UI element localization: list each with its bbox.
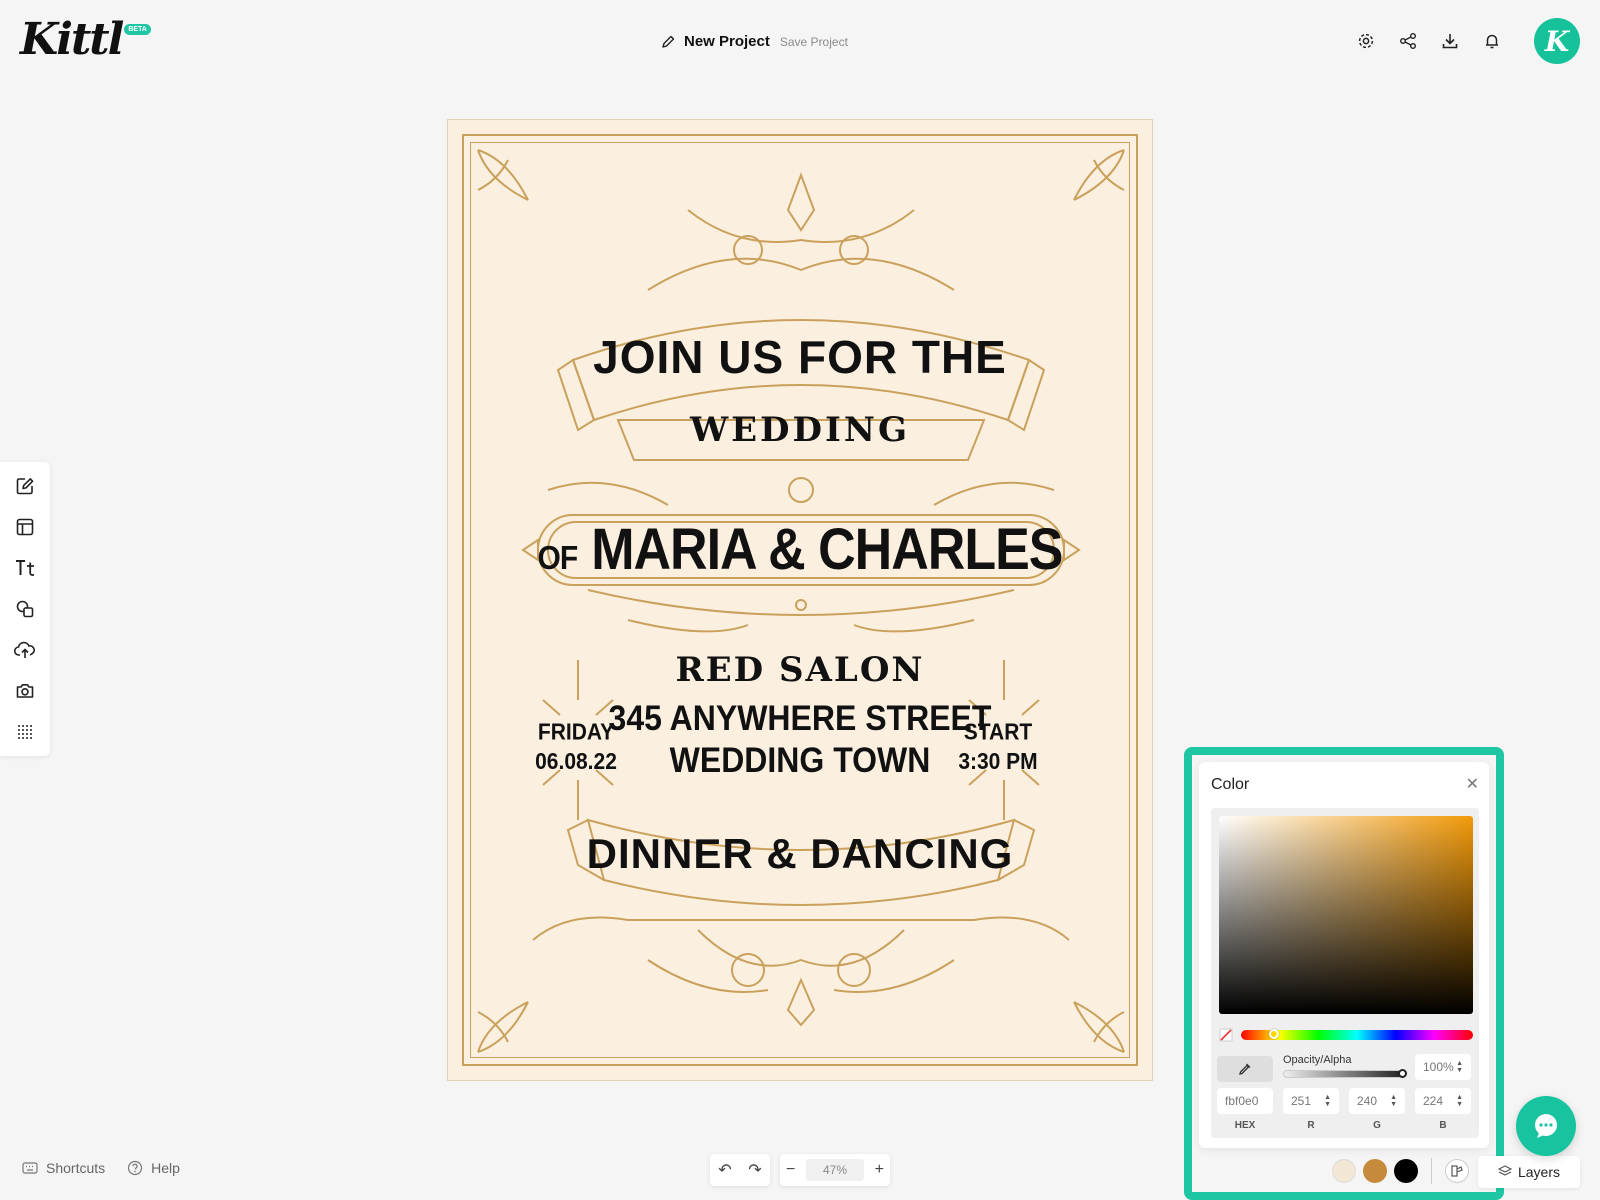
download-icon[interactable] [1438,29,1462,53]
undo-icon[interactable]: ↶ [718,1160,731,1180]
green-label: G [1373,1120,1381,1131]
poster-names-text: MARIA & CHARLES [591,517,1063,583]
hex-label: HEX [1234,1120,1256,1131]
shortcuts-label: Shortcuts [46,1160,106,1176]
beta-badge: BETA [124,24,151,35]
opacity-input[interactable]: 100% ▲ ▼ [1415,1054,1471,1080]
blue-label: B [1439,1120,1447,1131]
project-name[interactable]: New Project [684,33,770,50]
color-picker-panel: Color ✕ Opacity/Alpha 100% ▲ ▼ fbf0e0 251… [1199,762,1489,1148]
hex-input[interactable]: fbf0e0 [1217,1088,1273,1114]
opacity-value: 100% [1423,1060,1454,1074]
layers-button[interactable]: Layers [1478,1156,1580,1188]
swatch-cream[interactable] [1332,1159,1356,1183]
redo-icon[interactable]: ↷ [748,1160,761,1180]
poster-wedding-text[interactable]: WEDDING [448,410,1152,450]
help-icon [128,1160,143,1176]
poster-time-block[interactable]: START 3:30 PM [948,717,1048,776]
help-link[interactable]: Help [127,1160,180,1176]
layers-icon [1497,1164,1513,1181]
text-tool-icon[interactable] [13,556,37,580]
blue-input[interactable]: 224 ▲ ▼ [1415,1088,1471,1114]
settings-icon[interactable] [1354,29,1378,53]
opacity-slider[interactable] [1283,1070,1403,1078]
poster-date-text: 06.08.22 [535,749,617,775]
chat-support-button[interactable] [1516,1096,1576,1156]
saturation-value-picker[interactable] [1219,816,1473,1014]
shapes-tool-icon[interactable] [13,597,37,621]
camera-photos-tool-icon[interactable] [13,679,37,703]
red-input[interactable]: 251 ▲ ▼ [1283,1088,1339,1114]
shortcuts-link[interactable]: Shortcuts [22,1160,105,1176]
no-color-icon[interactable] [1219,1028,1233,1042]
kittl-logo[interactable]: Kittl BETA [20,16,151,64]
notification-bell-icon[interactable] [1480,29,1504,53]
hex-value: fbf0e0 [1225,1094,1259,1108]
zoom-level-input[interactable]: 47% [806,1159,864,1181]
zoom-out-icon[interactable]: − [786,1161,795,1179]
poster-dinner-text[interactable]: DINNER & DANCING [448,830,1152,878]
help-label: Help [151,1160,180,1176]
opacity-label: Opacity/Alpha [1283,1054,1352,1066]
chat-bubble-icon [1535,1114,1557,1138]
dots-pattern-tool-icon[interactable] [13,720,37,744]
poster-join-text[interactable]: JOIN US FOR THE [448,330,1152,384]
poster-start-label: START [963,719,1033,745]
green-stepper-icon[interactable]: ▲ ▼ [1390,1094,1397,1108]
poster-names-line[interactable]: OF MARIA & CHARLES [448,516,1152,583]
poster-day-text: FRIDAY [537,719,615,745]
blue-stepper-icon[interactable]: ▲ ▼ [1456,1094,1463,1108]
green-value: 240 [1357,1094,1378,1108]
red-stepper-icon[interactable]: ▲ ▼ [1324,1094,1331,1108]
logo-text: Kittl [20,14,124,65]
document-color-swatches [1332,1158,1469,1184]
ornament-decorations [477,149,1125,1053]
upload-tool-icon[interactable] [13,638,37,662]
project-title-bar: New Project Save Project [660,33,848,50]
keyboard-icon [22,1162,38,1174]
swatch-black[interactable] [1394,1159,1418,1183]
eyedropper-button[interactable] [1217,1056,1273,1082]
templates-tool-icon[interactable] [13,515,37,539]
opacity-slider-handle[interactable] [1398,1069,1407,1078]
zoom-in-icon[interactable]: + [875,1161,884,1179]
save-project-button[interactable]: Save Project [780,35,848,49]
eyedropper-icon [1239,1063,1251,1075]
color-panel-title: Color [1211,776,1250,793]
share-icon[interactable] [1396,29,1420,53]
red-label: R [1307,1120,1315,1131]
zoom-controls: − 47% + [780,1154,890,1186]
color-palette-icon[interactable] [1445,1159,1469,1183]
poster-start-time: 3:30 PM [958,749,1038,775]
swatch-gold[interactable] [1363,1159,1387,1183]
pencil-icon[interactable] [660,34,676,50]
header-actions: K [1354,18,1580,64]
hue-slider-handle[interactable] [1269,1029,1279,1039]
poster-of-text: OF [537,539,579,577]
color-picker-body: Opacity/Alpha 100% ▲ ▼ fbf0e0 251 ▲ ▼ 240 … [1211,808,1479,1138]
green-input[interactable]: 240 ▲ ▼ [1349,1088,1405,1114]
bottom-left-links: Shortcuts Help [22,1160,180,1176]
user-avatar[interactable]: K [1534,18,1580,64]
edit-tool-icon[interactable] [13,474,37,498]
poster-date-block[interactable]: FRIDAY 06.08.22 [526,717,626,776]
layers-label: Layers [1517,1164,1561,1180]
red-value: 251 [1291,1094,1312,1108]
left-toolbar [0,462,50,756]
opacity-stepper-icon[interactable]: ▲ ▼ [1456,1060,1463,1074]
design-canvas[interactable]: JOIN US FOR THE WEDDING OF MARIA & CHARLE… [447,119,1153,1081]
poster-venue-text[interactable]: RED SALON [448,650,1152,690]
swatch-divider [1431,1158,1432,1184]
blue-value: 224 [1423,1094,1444,1108]
close-icon[interactable]: ✕ [1466,774,1479,794]
undo-redo-group: ↶ ↷ [710,1154,770,1186]
